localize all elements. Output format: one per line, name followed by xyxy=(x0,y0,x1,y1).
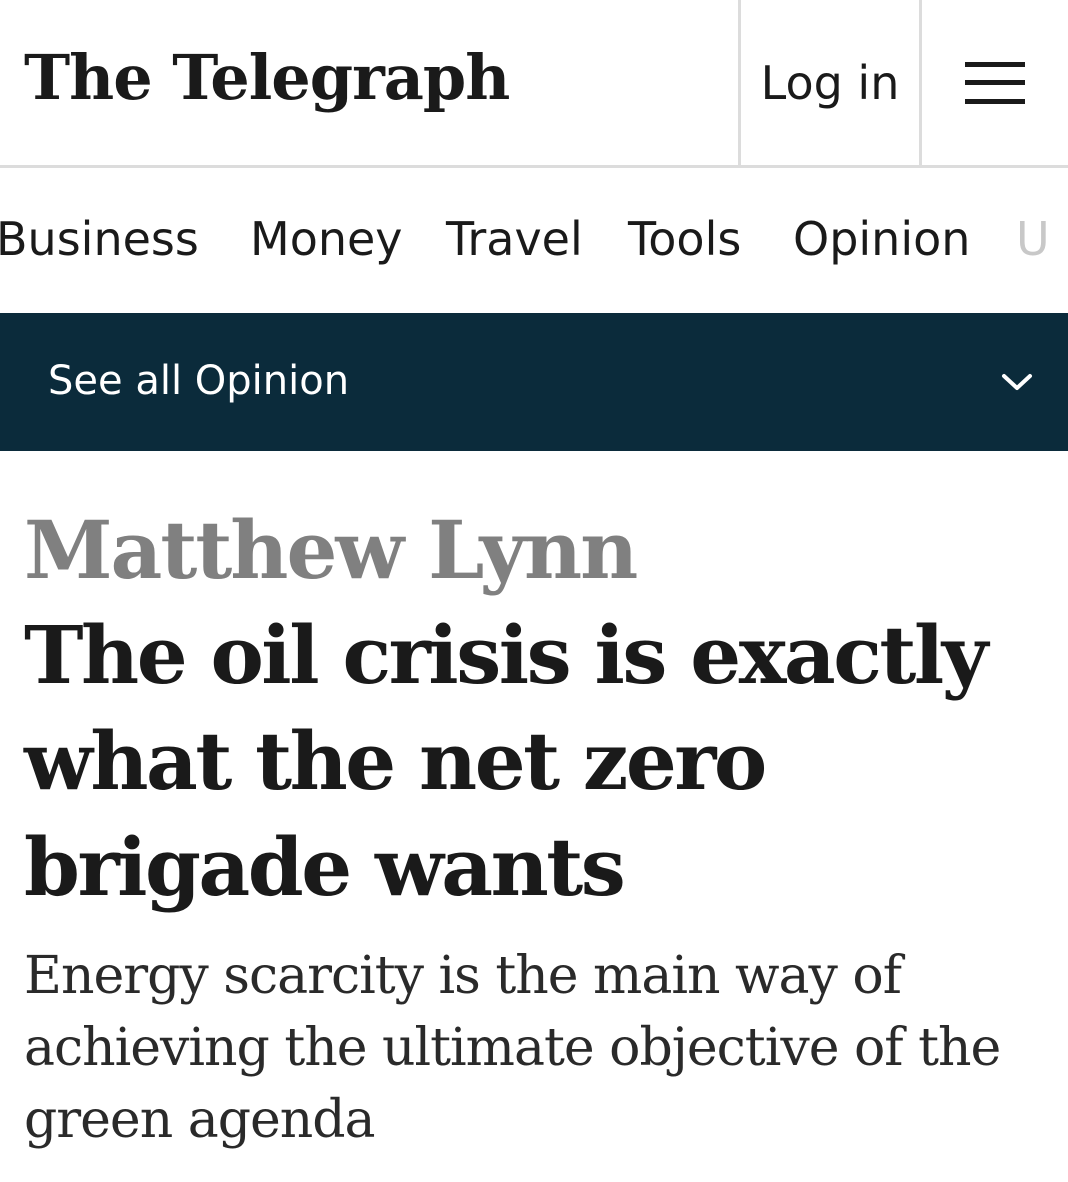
section-bar-label: See all Opinion xyxy=(48,358,350,404)
menu-button[interactable] xyxy=(922,0,1068,165)
nav-item-travel[interactable]: Travel xyxy=(446,210,583,268)
nav-item-partial[interactable]: U xyxy=(1016,210,1050,268)
telegraph-logo[interactable]: The Telegraph xyxy=(24,38,510,118)
section-nav: Business Money Travel Tools Opinion U xyxy=(0,168,1068,313)
nav-item-business[interactable]: Business xyxy=(0,210,199,268)
article-headline: The oil crisis is exactly what the net z… xyxy=(24,608,988,914)
nav-item-tools[interactable]: Tools xyxy=(628,210,741,268)
see-all-opinion-dropdown[interactable]: See all Opinion xyxy=(0,313,1068,451)
login-button[interactable]: Log in xyxy=(738,0,922,165)
site-header: The Telegraph Log in xyxy=(0,0,1068,168)
nav-item-opinion[interactable]: Opinion xyxy=(793,210,970,268)
chevron-down-icon xyxy=(1002,374,1032,390)
author-name[interactable]: Matthew Lynn xyxy=(24,500,638,600)
article-standfirst: Energy scarcity is the main way of achie… xyxy=(24,946,1001,1150)
nav-item-money[interactable]: Money xyxy=(250,210,403,268)
hamburger-menu-icon xyxy=(965,61,1025,104)
